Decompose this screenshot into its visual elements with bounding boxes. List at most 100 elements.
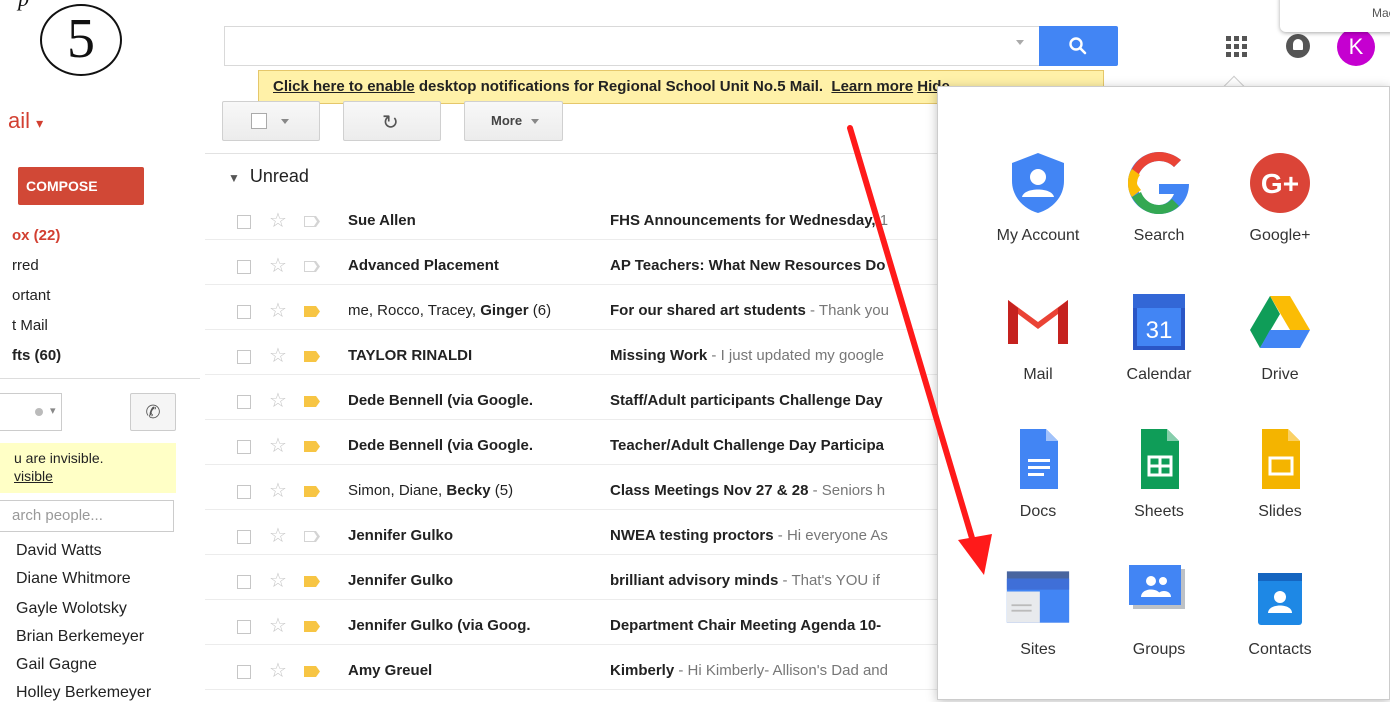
importance-marker-icon[interactable]: [304, 351, 320, 362]
row-checkbox[interactable]: [237, 485, 251, 499]
mail-app-switcher[interactable]: ail ▾: [8, 108, 43, 134]
star-icon[interactable]: ☆: [269, 658, 287, 683]
become-visible-link[interactable]: visible: [14, 468, 53, 484]
table-row[interactable]: ☆ Jennifer Gulko brilliant advisory minds …: [205, 563, 945, 600]
table-row[interactable]: ☆ TAYLOR RINALDI Missing Work - I just upd…: [205, 338, 945, 375]
search-options-caret-icon[interactable]: [1016, 40, 1024, 45]
row-checkbox[interactable]: [237, 440, 251, 454]
row-subject: brilliant advisory minds - That's YOU if: [610, 572, 943, 589]
learn-more-link[interactable]: Learn more: [831, 78, 913, 95]
importance-marker-icon[interactable]: [304, 576, 320, 587]
account-avatar[interactable]: K: [1337, 28, 1375, 66]
app-calendar[interactable]: 31 Calendar: [1104, 290, 1214, 384]
app-label: Sites: [1020, 641, 1056, 658]
table-row[interactable]: ☆ Dede Bennell (via Google. Staff/Adult pa…: [205, 383, 945, 420]
drive-icon: [1248, 290, 1312, 354]
compose-button[interactable]: COMPOSE: [18, 167, 144, 205]
importance-marker-icon[interactable]: [304, 531, 320, 542]
select-dropdown-button[interactable]: [222, 101, 320, 141]
app-contacts[interactable]: Contacts: [1225, 565, 1335, 659]
sidebar-item-drafts[interactable]: fts (60): [12, 347, 61, 364]
row-checkbox[interactable]: [237, 575, 251, 589]
chat-contact[interactable]: David Watts: [16, 542, 102, 560]
row-sender: Jennifer Gulko (via Goog.: [348, 617, 598, 634]
star-icon[interactable]: ☆: [269, 433, 287, 458]
app-drive[interactable]: Drive: [1225, 290, 1335, 384]
sidebar-item-starred[interactable]: rred: [12, 257, 39, 274]
sheets-icon: [1127, 427, 1191, 491]
star-icon[interactable]: ☆: [269, 253, 287, 278]
app-google-plus[interactable]: G+ Google+: [1225, 151, 1335, 245]
notifications-bell-icon[interactable]: [1286, 34, 1310, 58]
apps-grid-icon[interactable]: [1226, 36, 1248, 58]
star-icon[interactable]: ☆: [269, 523, 287, 548]
table-row[interactable]: ☆ Advanced Placement AP Teachers: What New…: [205, 248, 945, 285]
importance-marker-icon[interactable]: [304, 486, 320, 497]
table-row[interactable]: ☆ Sue Allen FHS Announcements for Wednesda…: [205, 203, 945, 240]
row-checkbox[interactable]: [237, 350, 251, 364]
row-checkbox[interactable]: [237, 530, 251, 544]
search-input[interactable]: [224, 26, 1039, 66]
search-button[interactable]: [1039, 26, 1118, 66]
subject-text: Department Chair Meeting Agenda 10-: [610, 617, 882, 634]
app-search[interactable]: Search: [1104, 151, 1214, 245]
app-sheets[interactable]: Sheets: [1104, 427, 1214, 521]
star-icon[interactable]: ☆: [269, 343, 287, 368]
enable-notifications-link[interactable]: Click here to enable: [273, 78, 415, 95]
more-actions-button[interactable]: More: [464, 101, 563, 141]
refresh-button[interactable]: ↻: [343, 101, 441, 141]
google-apps-panel: My Account Search G+ Google+ Mail 31 Cal…: [937, 86, 1390, 700]
row-checkbox[interactable]: [237, 395, 251, 409]
app-sites[interactable]: Sites: [983, 565, 1093, 659]
row-subject: FHS Announcements for Wednesday, 1: [610, 212, 943, 229]
app-mail[interactable]: Mail: [983, 290, 1093, 384]
sender-bold: Becky: [446, 482, 491, 499]
sidebar-item-sent-mail[interactable]: t Mail: [12, 317, 48, 334]
unread-section-header[interactable]: ▼ Unread: [228, 166, 309, 187]
snippet-text: - Seniors h: [808, 482, 886, 499]
row-checkbox[interactable]: [237, 665, 251, 679]
app-my-account[interactable]: My Account: [983, 151, 1093, 245]
row-checkbox[interactable]: [237, 305, 251, 319]
star-icon[interactable]: ☆: [269, 568, 287, 593]
chat-contact[interactable]: Brian Berkemeyer: [16, 628, 144, 646]
row-checkbox[interactable]: [237, 260, 251, 274]
table-row[interactable]: ☆ Jennifer Gulko (via Goog. Department Cha…: [205, 608, 945, 645]
chat-contact[interactable]: Gail Gagne: [16, 656, 97, 674]
table-row[interactable]: ☆ me, Rocco, Tracey, Ginger (6) For our sh…: [205, 293, 945, 330]
importance-marker-icon[interactable]: [304, 261, 320, 272]
app-label: Search: [1133, 227, 1185, 244]
table-row[interactable]: ☆ Dede Bennell (via Google. Teacher/Adult …: [205, 428, 945, 465]
importance-marker-icon[interactable]: [304, 396, 320, 407]
chat-contact[interactable]: Holley Berkemeyer: [16, 684, 151, 702]
sidebar-item-important[interactable]: ortant: [12, 287, 50, 304]
chat-contact[interactable]: Diane Whitmore: [16, 570, 131, 588]
chat-contact[interactable]: Gayle Wolotsky: [16, 600, 127, 618]
star-icon[interactable]: ☆: [269, 388, 287, 413]
importance-marker-icon[interactable]: [304, 216, 320, 227]
importance-marker-icon[interactable]: [304, 666, 320, 677]
select-all-checkbox[interactable]: [251, 113, 267, 129]
row-checkbox[interactable]: [237, 620, 251, 634]
importance-marker-icon[interactable]: [304, 621, 320, 632]
subject-text: AP Teachers: What New Resources Do: [610, 257, 886, 274]
app-slides[interactable]: Slides: [1225, 427, 1335, 521]
importance-marker-icon[interactable]: [304, 306, 320, 317]
row-checkbox[interactable]: [237, 215, 251, 229]
importance-marker-icon[interactable]: [304, 441, 320, 452]
app-docs[interactable]: Docs: [983, 427, 1093, 521]
table-row[interactable]: ☆ Amy Greuel Kimberly - Hi Kimberly- Allis…: [205, 653, 945, 690]
star-icon[interactable]: ☆: [269, 298, 287, 323]
star-icon[interactable]: ☆: [269, 613, 287, 638]
sidebar-item-inbox[interactable]: ox (22): [12, 227, 60, 244]
phone-call-button[interactable]: ✆: [130, 393, 176, 431]
subject-text: brilliant advisory minds: [610, 572, 779, 589]
search-people-input[interactable]: arch people...: [0, 500, 174, 532]
star-icon[interactable]: ☆: [269, 478, 287, 503]
star-icon[interactable]: ☆: [269, 208, 287, 233]
mail-label: ail: [8, 108, 31, 133]
app-label: Mail: [1023, 366, 1053, 383]
app-groups[interactable]: Groups: [1104, 565, 1214, 659]
table-row[interactable]: ☆ Jennifer Gulko NWEA testing proctors - H…: [205, 518, 945, 555]
table-row[interactable]: ☆ Simon, Diane, Becky (5) Class Meetings N…: [205, 473, 945, 510]
